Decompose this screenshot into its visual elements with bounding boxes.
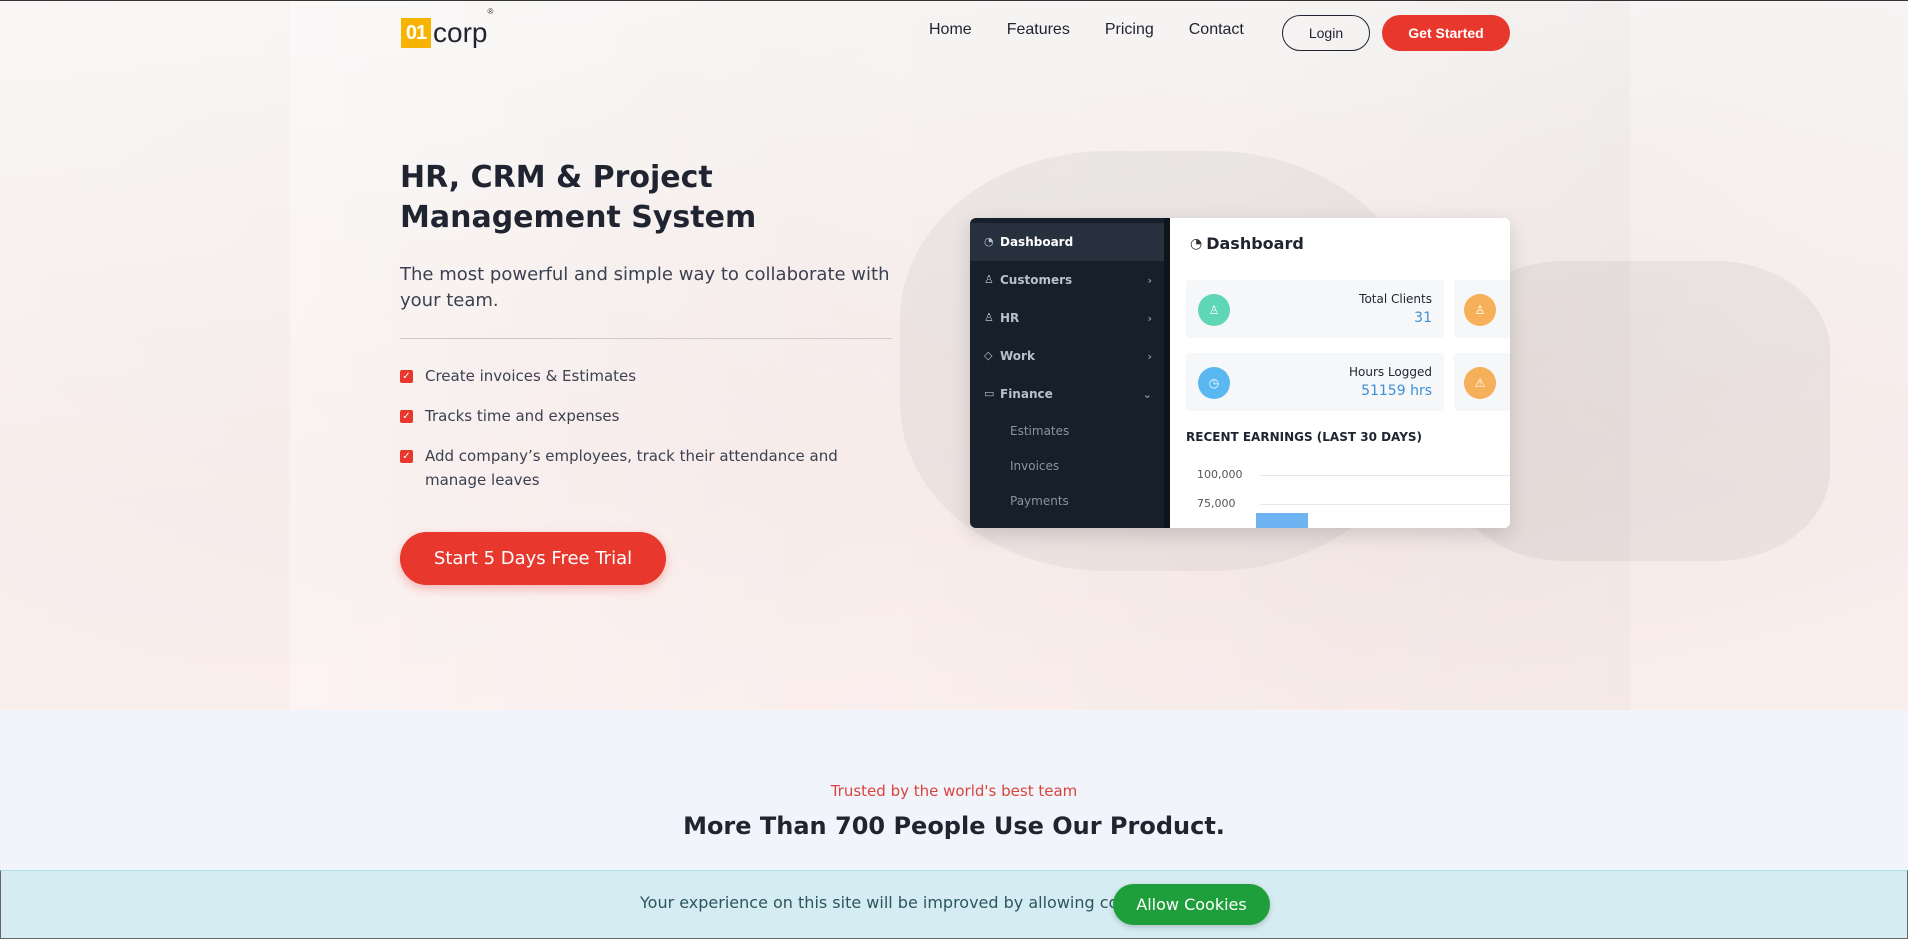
person-icon: ♙ — [984, 311, 994, 324]
feature-text: Add company’s employees, track their att… — [425, 447, 838, 489]
trusted-title: More Than 700 People Use Our Product. — [683, 812, 1225, 840]
sidebar-item-label: Finance — [1000, 387, 1053, 401]
user-icon: ♙ — [1198, 294, 1230, 326]
speedometer-icon: ◔ — [984, 235, 994, 248]
feature-text: Create invoices & Estimates — [425, 367, 637, 385]
sidebar-subitem-payments: Payments — [1010, 494, 1069, 508]
speedometer-icon: ◔ — [1190, 235, 1203, 252]
chart-gridline — [1260, 504, 1510, 505]
chart-gridline — [1260, 475, 1510, 476]
free-trial-button[interactable]: Start 5 Days Free Trial — [400, 532, 666, 585]
hero-section — [0, 0, 1908, 711]
checkbox-icon: ✓ — [400, 370, 413, 383]
sidebar-item-customers: ♙ Customers › — [970, 261, 1164, 299]
feature-item: ✓ Tracks time and expenses — [400, 404, 900, 428]
cookie-text: Your experience on this site will be imp… — [640, 893, 1166, 912]
stat-card-hours: ◷ Hours Logged 51159 hrs — [1186, 353, 1444, 411]
chevron-right-icon: › — [1147, 349, 1152, 363]
dashboard-title: ◔ Dashboard — [1190, 234, 1304, 253]
stat-value: 31 — [1414, 310, 1432, 326]
nav-contact[interactable]: Contact — [1189, 21, 1244, 39]
hero-divider — [400, 338, 892, 339]
dashboard-main: ◔ Dashboard ♙ Total Clients 31 ♙ ◷ Hours… — [1170, 218, 1510, 528]
stat-card-clients: ♙ Total Clients 31 — [1186, 280, 1444, 338]
sidebar-item-work: ◇ Work › — [970, 337, 1164, 375]
nav-features[interactable]: Features — [1007, 21, 1070, 39]
logo-mark: 01 — [401, 18, 431, 48]
chart-tick-label: 75,000 — [1197, 497, 1236, 510]
feature-item: ✓ Create invoices & Estimates — [400, 364, 900, 388]
clock-icon: ◷ — [1198, 367, 1230, 399]
warning-icon: ⚠ — [1464, 367, 1496, 399]
chevron-right-icon: › — [1147, 273, 1152, 287]
dashboard-title-text: Dashboard — [1206, 234, 1304, 253]
money-icon: ▭ — [984, 387, 995, 400]
stat-card-partial: ⚠ — [1454, 353, 1510, 411]
layers-icon: ◇ — [984, 349, 993, 362]
checkbox-icon: ✓ — [400, 450, 413, 463]
hero-subtitle: The most powerful and simple way to coll… — [400, 264, 890, 311]
sidebar-subitem-estimates: Estimates — [1010, 424, 1070, 438]
sidebar-subitem-invoices: Invoices — [1010, 459, 1060, 473]
hero-title: HR, CRM & Project Management System — [400, 160, 757, 235]
checkbox-icon: ✓ — [400, 410, 413, 423]
logo[interactable]: 01 corp® — [401, 7, 494, 49]
dashboard-preview: ◔ Dashboard ♙ Customers › ♙ HR › ◇ Work … — [970, 218, 1510, 528]
chevron-right-icon: › — [1147, 311, 1152, 325]
stat-value: 51159 hrs — [1361, 383, 1432, 399]
chart-tick-label: 100,000 — [1197, 468, 1243, 481]
nav-home[interactable]: Home — [929, 21, 972, 39]
stat-label: Total Clients — [1359, 292, 1432, 306]
allow-cookies-button[interactable]: Allow Cookies — [1113, 884, 1270, 925]
chart-bar — [1256, 513, 1308, 528]
feature-item: ✓ Add company’s employees, track their a… — [400, 444, 900, 492]
sidebar-item-dashboard: ◔ Dashboard — [970, 223, 1164, 261]
sidebar-item-label: Dashboard — [1000, 235, 1074, 249]
logo-word: corp® — [433, 7, 494, 48]
trusted-tagline: Trusted by the world's best team — [830, 782, 1078, 800]
sidebar-item-label: Customers — [1000, 273, 1073, 287]
sidebar-item-label: HR — [1000, 311, 1020, 325]
login-button[interactable]: Login — [1282, 15, 1370, 51]
get-started-button[interactable]: Get Started — [1382, 15, 1510, 51]
stat-label: Hours Logged — [1348, 365, 1432, 379]
earnings-title: RECENT EARNINGS (LAST 30 DAYS) — [1186, 430, 1423, 444]
feature-list: ✓ Create invoices & Estimates ✓ Tracks t… — [400, 364, 900, 508]
user-icon: ♙ — [1464, 294, 1496, 326]
sidebar-item-hr: ♙ HR › — [970, 299, 1164, 337]
user-icon: ♙ — [984, 273, 994, 286]
sidebar-item-label: Work — [1000, 349, 1035, 363]
dashboard-sidebar: ◔ Dashboard ♙ Customers › ♙ HR › ◇ Work … — [970, 218, 1170, 528]
sidebar-item-finance: ▭ Finance ⌄ — [970, 375, 1164, 413]
main-nav: Home Features Pricing Contact — [929, 21, 1244, 39]
chevron-down-icon: ⌄ — [1142, 387, 1152, 401]
stat-card-partial: ♙ — [1454, 280, 1510, 338]
nav-pricing[interactable]: Pricing — [1105, 21, 1154, 39]
feature-text: Tracks time and expenses — [425, 407, 620, 425]
